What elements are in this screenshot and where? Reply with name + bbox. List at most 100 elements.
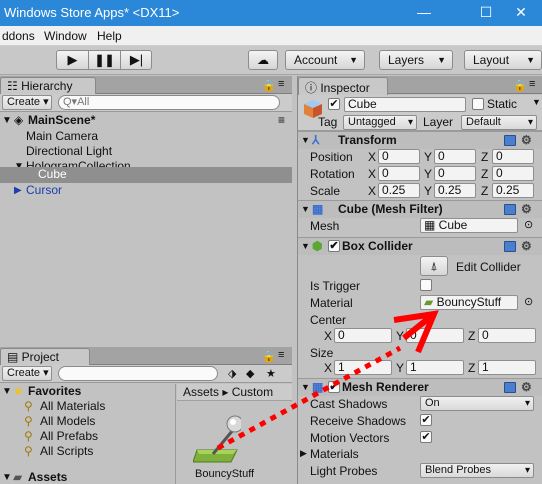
axis-y-label[interactable]: Y [424, 150, 432, 164]
play-icon[interactable]: ▶ [57, 51, 89, 69]
size-x-field[interactable]: 1 [334, 360, 392, 375]
panel-menu-icon[interactable]: ≡ [278, 349, 284, 361]
rotation-y-field[interactable]: 0 [434, 166, 476, 181]
step-icon[interactable]: ▶| [121, 51, 152, 69]
account-dropdown[interactable]: Account ▼ [285, 50, 365, 70]
axis-z-label[interactable]: Z [481, 184, 488, 198]
gear-icon[interactable]: ⚙ [521, 238, 532, 255]
tab-inspector[interactable]: ⓘ Inspector [298, 77, 388, 95]
layer-dropdown[interactable]: Default [461, 115, 537, 130]
axis-z-label[interactable]: Z [468, 329, 475, 343]
scale-z-field[interactable]: 0.25 [492, 183, 534, 198]
expand-icon[interactable]: ▼ [2, 470, 12, 484]
hierarchy-item[interactable]: Main Camera [0, 129, 292, 144]
rotation-z-field[interactable]: 0 [492, 166, 534, 181]
axis-x-label[interactable]: X [324, 361, 332, 375]
lock-icon[interactable]: 🔒 [262, 79, 276, 92]
scale-x-field[interactable]: 0.25 [378, 183, 420, 198]
hierarchy-create-button[interactable]: Create ▾ [2, 95, 52, 110]
mesh-filter-header[interactable]: ▼ ▦ Cube (Mesh Filter) ⚙ [298, 200, 542, 218]
layout-dropdown[interactable]: Layout ▼ [464, 50, 542, 70]
favorite-star-icon[interactable]: ★ [266, 367, 276, 380]
size-z-field[interactable]: 1 [478, 360, 536, 375]
assets-row[interactable]: ▼ ▰ Assets [0, 470, 176, 484]
panel-menu-icon[interactable]: ≡ [529, 78, 535, 90]
breadcrumb-assets[interactable]: Assets [183, 385, 219, 399]
axis-x-label[interactable]: X [368, 167, 376, 181]
hierarchy-item[interactable]: Directional Light [0, 144, 292, 159]
favorite-item[interactable]: ⚲ All Models [0, 414, 176, 429]
gear-icon[interactable]: ⚙ [521, 379, 532, 396]
material-field[interactable]: ▰ BouncyStuff [420, 295, 518, 310]
project-create-button[interactable]: Create ▾ [2, 366, 52, 381]
scale-y-field[interactable]: 0.25 [434, 183, 476, 198]
filter-label-icon[interactable]: ◆ [246, 367, 254, 380]
position-y-field[interactable]: 0 [434, 149, 476, 164]
favorites-row[interactable]: ▼ ★ Favorites [0, 384, 176, 399]
hierarchy-item[interactable]: ▶ Cursor [0, 183, 292, 198]
active-checkbox[interactable]: ✔ [328, 98, 340, 110]
gear-icon[interactable]: ⚙ [521, 201, 532, 218]
help-book-icon[interactable] [504, 135, 516, 146]
favorite-item[interactable]: ⚲ All Prefabs [0, 429, 176, 444]
gear-icon[interactable]: ⚙ [521, 132, 532, 149]
hierarchy-item-selected[interactable]: Cube [0, 167, 292, 183]
axis-y-label[interactable]: Y [424, 167, 432, 181]
axis-y-label[interactable]: Y [396, 361, 404, 375]
lock-icon[interactable]: 🔒 [262, 350, 276, 363]
light-probes-dropdown[interactable]: Blend Probes [420, 463, 534, 478]
axis-z-label[interactable]: Z [481, 150, 488, 164]
expand-icon[interactable]: ▼ [301, 238, 310, 255]
size-y-field[interactable]: 1 [406, 360, 464, 375]
help-book-icon[interactable] [504, 241, 516, 252]
tab-project[interactable]: ▤ Project [0, 348, 90, 366]
mesh-renderer-header[interactable]: ▼ ▦ ✔ Mesh Renderer ⚙ [298, 378, 542, 396]
is-trigger-checkbox[interactable] [420, 279, 432, 291]
object-picker-icon[interactable]: ⊙ [524, 295, 533, 308]
panel-menu-icon[interactable]: ≡ [278, 78, 284, 90]
scene-row[interactable]: ▼ ◈ MainScene* ≡ [0, 113, 292, 128]
filter-type-icon[interactable]: ⬗ [228, 367, 236, 380]
hierarchy-search-input[interactable]: Q▾All [58, 95, 280, 110]
breadcrumb-custom[interactable]: Custom [232, 385, 273, 399]
axis-z-label[interactable]: Z [481, 167, 488, 181]
expand-icon[interactable]: ▼ [2, 384, 12, 399]
pause-icon[interactable]: ❚❚ [89, 51, 121, 69]
receive-shadows-checkbox[interactable]: ✔ [420, 414, 432, 426]
center-z-field[interactable]: 0 [478, 328, 536, 343]
box-collider-enabled-checkbox[interactable]: ✔ [328, 240, 340, 252]
transform-header[interactable]: ▼ ⅄ Transform ⚙ [298, 131, 542, 149]
lock-icon[interactable]: 🔒 [513, 79, 527, 92]
expand-icon[interactable]: ▼ [2, 113, 12, 128]
expand-icon[interactable]: ▼ [301, 132, 310, 149]
layers-dropdown[interactable]: Layers ▼ [379, 50, 453, 70]
mesh-field[interactable]: ▦ Cube [420, 218, 518, 233]
position-x-field[interactable]: 0 [378, 149, 420, 164]
expand-icon[interactable]: ▼ [301, 379, 310, 396]
collapse-icon[interactable]: ▶ [300, 448, 307, 459]
rotation-x-field[interactable]: 0 [378, 166, 420, 181]
axis-y-label[interactable]: Y [396, 329, 404, 343]
object-name-field[interactable]: Cube [344, 97, 466, 112]
center-x-field[interactable]: 0 [334, 328, 392, 343]
center-y-field[interactable]: 0 [406, 328, 464, 343]
materials-label[interactable]: Materials [310, 447, 359, 461]
help-book-icon[interactable] [504, 204, 516, 215]
minimize-button[interactable]: — [401, 0, 447, 26]
menu-window[interactable]: Window [44, 29, 87, 43]
collapse-icon[interactable]: ▶ [14, 183, 22, 198]
favorite-item[interactable]: ⚲ All Scripts [0, 444, 176, 459]
position-z-field[interactable]: 0 [492, 149, 534, 164]
close-button[interactable]: ✕ [500, 0, 542, 26]
project-search-input[interactable] [58, 366, 218, 381]
static-dropdown-icon[interactable]: ▼ [532, 97, 541, 107]
menu-help[interactable]: Help [97, 29, 122, 43]
cast-shadows-dropdown[interactable]: On [420, 396, 534, 411]
motion-vectors-checkbox[interactable]: ✔ [420, 431, 432, 443]
axis-z-label[interactable]: Z [468, 361, 475, 375]
tag-dropdown[interactable]: Untagged [343, 115, 417, 130]
axis-y-label[interactable]: Y [424, 184, 432, 198]
favorite-item[interactable]: ⚲ All Materials [0, 399, 176, 414]
axis-x-label[interactable]: X [368, 150, 376, 164]
axis-x-label[interactable]: X [324, 329, 332, 343]
